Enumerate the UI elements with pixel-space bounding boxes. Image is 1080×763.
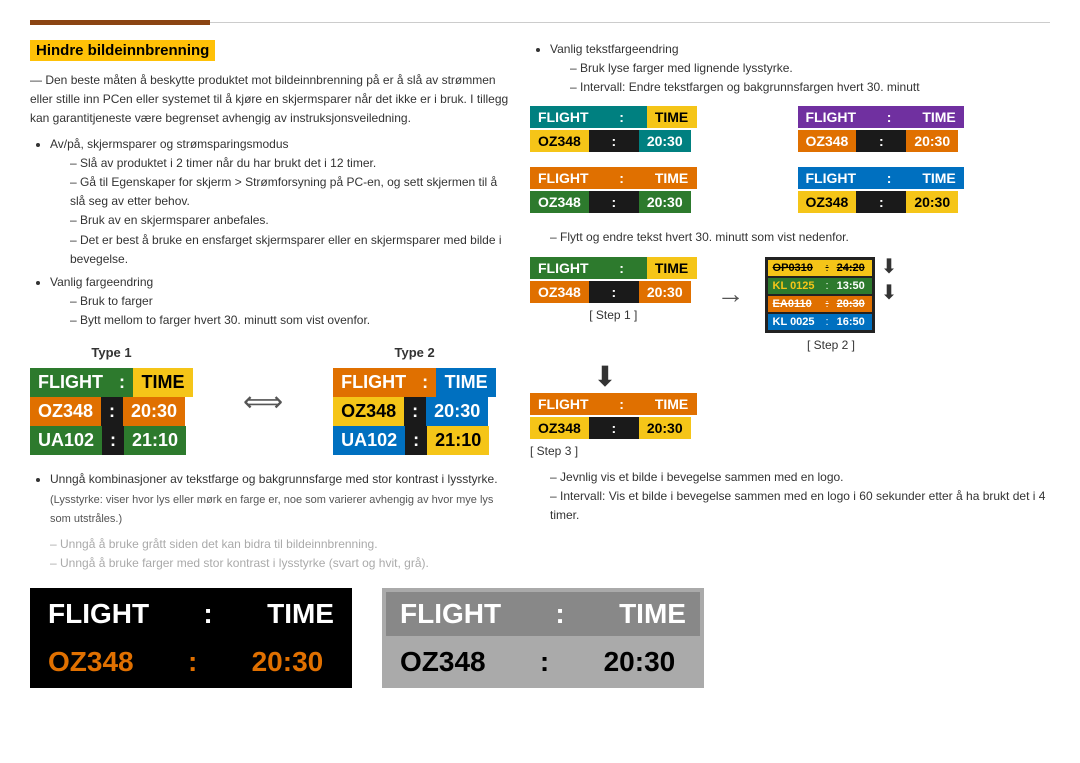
- step3-container: FLIGHT : TIME OZ348 : 20:30 [ Step 3 ]: [530, 393, 1050, 458]
- step-arrow-down-icon: ⬇: [593, 361, 616, 392]
- type-arrow: ⟺: [233, 345, 293, 418]
- paren-note: (Lysstyrke: viser hvor lys eller mørk en…: [50, 494, 493, 526]
- move-note: Flytt og endre tekst hvert 30. minutt so…: [550, 228, 1050, 247]
- dash-item-2: Gå til Egenskaper for skjerm > Strømfors…: [70, 173, 510, 211]
- bullet-item-2: Vanlig fargeendring Bruk to farger Bytt …: [50, 273, 510, 331]
- t1-hdr-time: TIME: [133, 368, 193, 397]
- bidirectional-arrow-icon: ⟺: [243, 385, 283, 418]
- vc-dash-1: Bruk lyse farger med lignende lysstyrke.: [570, 59, 1050, 78]
- bottom-boards: FLIGHT : TIME OZ348 : 20:30 FLIGHT : TIM…: [30, 588, 510, 688]
- left-column: Hindre bildeinnbrenning — Den beste måte…: [30, 40, 510, 688]
- down-arrow-icon-1: ⬇: [881, 257, 898, 277]
- t2-r2-flight: UA102: [333, 426, 405, 455]
- right-column: Vanlig tekstfargeendring Bruk lyse farge…: [530, 40, 1050, 688]
- right-board-4: FLIGHT : TIME OZ348 : 20:30: [798, 167, 1051, 213]
- type2-board: FLIGHT : TIME OZ348 : 20:30 UA102 : 21:1…: [333, 368, 496, 455]
- bullet-item-1: Av/på, skjermsparer og strømsparingsmodu…: [50, 135, 510, 269]
- step2-row-3: EA0110 : 20:30: [768, 296, 872, 312]
- t1-r1-colon: :: [101, 397, 123, 426]
- step2-board-with-arrows: OP0310 : 24:20 KL 0125 : 13:50 EA0110: [765, 257, 898, 333]
- dash-item-8: Unngå å bruke farger med stor kontrast i…: [50, 554, 510, 573]
- step2-row-2: KL 0125 : 13:50: [768, 278, 872, 294]
- right-board-2: FLIGHT : TIME OZ348 : 20:30: [798, 106, 1051, 152]
- step3-label: [ Step 3 ]: [530, 444, 578, 458]
- type1-label: Type 1: [91, 345, 131, 360]
- down-arrows: ⬇ ⬇: [881, 257, 898, 303]
- dash-list-2: Unngå å bruke grått siden det kan bidra …: [50, 535, 510, 573]
- dash-item-6: Bytt mellom to farger hvert 30. minutt s…: [70, 311, 510, 330]
- step1-container: FLIGHT : TIME OZ348 : 20:30 [ Step 1 ]: [530, 257, 697, 322]
- t1-hdr-flight: FLIGHT: [30, 368, 111, 397]
- step2-board: OP0310 : 24:20 KL 0125 : 13:50 EA0110: [765, 257, 875, 333]
- t1-r1-flight: OZ348: [30, 397, 101, 426]
- logo-note-1: Jevnlig vis et bilde i bevegelse sammen …: [550, 468, 1050, 487]
- t1-r2-colon: :: [102, 426, 124, 455]
- dash-item-7: Unngå å bruke grått siden det kan bidra …: [50, 535, 510, 554]
- step2-container: OP0310 : 24:20 KL 0125 : 13:50 EA0110: [765, 257, 898, 352]
- step2-row-4: KL 0025 : 16:50: [768, 314, 872, 330]
- step2-label: [ Step 2 ]: [807, 338, 855, 352]
- vc-bullet: Vanlig tekstfargeendring Bruk lyse farge…: [550, 40, 1050, 98]
- t2-r2-time: 21:10: [427, 426, 489, 455]
- vc-dash-2: Intervall: Endre tekstfargen og bakgrunn…: [570, 78, 1050, 97]
- step3-board: FLIGHT : TIME OZ348 : 20:30: [530, 393, 697, 439]
- bullet-list-2: Unngå kombinasjoner av tekstfarge og bak…: [50, 470, 510, 528]
- t2-r1-time: 20:30: [426, 397, 488, 426]
- move-note-list: Flytt og endre tekst hvert 30. minutt so…: [550, 228, 1050, 247]
- right-board-1: FLIGHT : TIME OZ348 : 20:30: [530, 106, 783, 152]
- type2-label: Type 2: [395, 345, 435, 360]
- dash-item-5: Bruk to farger: [70, 292, 510, 311]
- t2-hdr-flight: FLIGHT: [333, 368, 414, 397]
- step-arrow-down-container: ⬇: [530, 360, 680, 393]
- t1-hdr-colon: :: [111, 368, 133, 397]
- logo-note-list: Jevnlig vis et bilde i bevegelse sammen …: [550, 468, 1050, 526]
- down-arrow-icon-2: ⬇: [881, 283, 898, 303]
- t1-r1-time: 20:30: [123, 397, 185, 426]
- type2-block: Type 2 FLIGHT : TIME OZ348 : 20:30 UA102: [333, 345, 496, 455]
- type1-board: FLIGHT : TIME OZ348 : 20:30 UA102 : 21:1…: [30, 368, 193, 455]
- step1-label: [ Step 1 ]: [589, 308, 637, 322]
- t2-r1-colon: :: [404, 397, 426, 426]
- dash-item-3: Bruk av en skjermsparer anbefales.: [70, 211, 510, 230]
- right-bullet-list: Vanlig tekstfargeendring Bruk lyse farge…: [550, 40, 1050, 98]
- divider-line: [210, 22, 1050, 23]
- bottom-black-board: FLIGHT : TIME OZ348 : 20:30: [30, 588, 352, 688]
- bullet-list: Av/på, skjermsparer og strømsparingsmodu…: [50, 135, 510, 331]
- bullet-item-3: Unngå kombinasjoner av tekstfarge og bak…: [50, 470, 510, 528]
- section-title: Hindre bildeinnbrenning: [30, 40, 215, 61]
- t2-r1-flight: OZ348: [333, 397, 404, 426]
- dash-item-1: Slå av produktet i 2 timer når du har br…: [70, 154, 510, 173]
- logo-note-2: Intervall: Vis et bilde i bevegelse samm…: [550, 487, 1050, 525]
- step-arrow-right-icon: →: [717, 278, 745, 330]
- t1-r2-time: 21:10: [124, 426, 186, 455]
- t2-r2-colon: :: [405, 426, 427, 455]
- right-board-grid: FLIGHT : TIME OZ348 : 20:30 FLIGHT : TIM…: [530, 106, 1050, 213]
- type1-block: Type 1 FLIGHT : TIME OZ348 : 20:30 UA102: [30, 345, 193, 455]
- t2-hdr-colon: :: [414, 368, 436, 397]
- types-row: Type 1 FLIGHT : TIME OZ348 : 20:30 UA102: [30, 345, 510, 455]
- right-board-3: FLIGHT : TIME OZ348 : 20:30: [530, 167, 783, 213]
- intro-text: — Den beste måten å beskytte produktet m…: [30, 71, 510, 129]
- dash-item-4: Det er best å bruke en ensfarget skjerms…: [70, 231, 510, 269]
- t1-r2-flight: UA102: [30, 426, 102, 455]
- accent-bar: [30, 20, 210, 25]
- step2-row-1: OP0310 : 24:20: [768, 260, 872, 276]
- t2-hdr-time: TIME: [436, 368, 496, 397]
- step1-board: FLIGHT : TIME OZ348 : 20:30: [530, 257, 697, 303]
